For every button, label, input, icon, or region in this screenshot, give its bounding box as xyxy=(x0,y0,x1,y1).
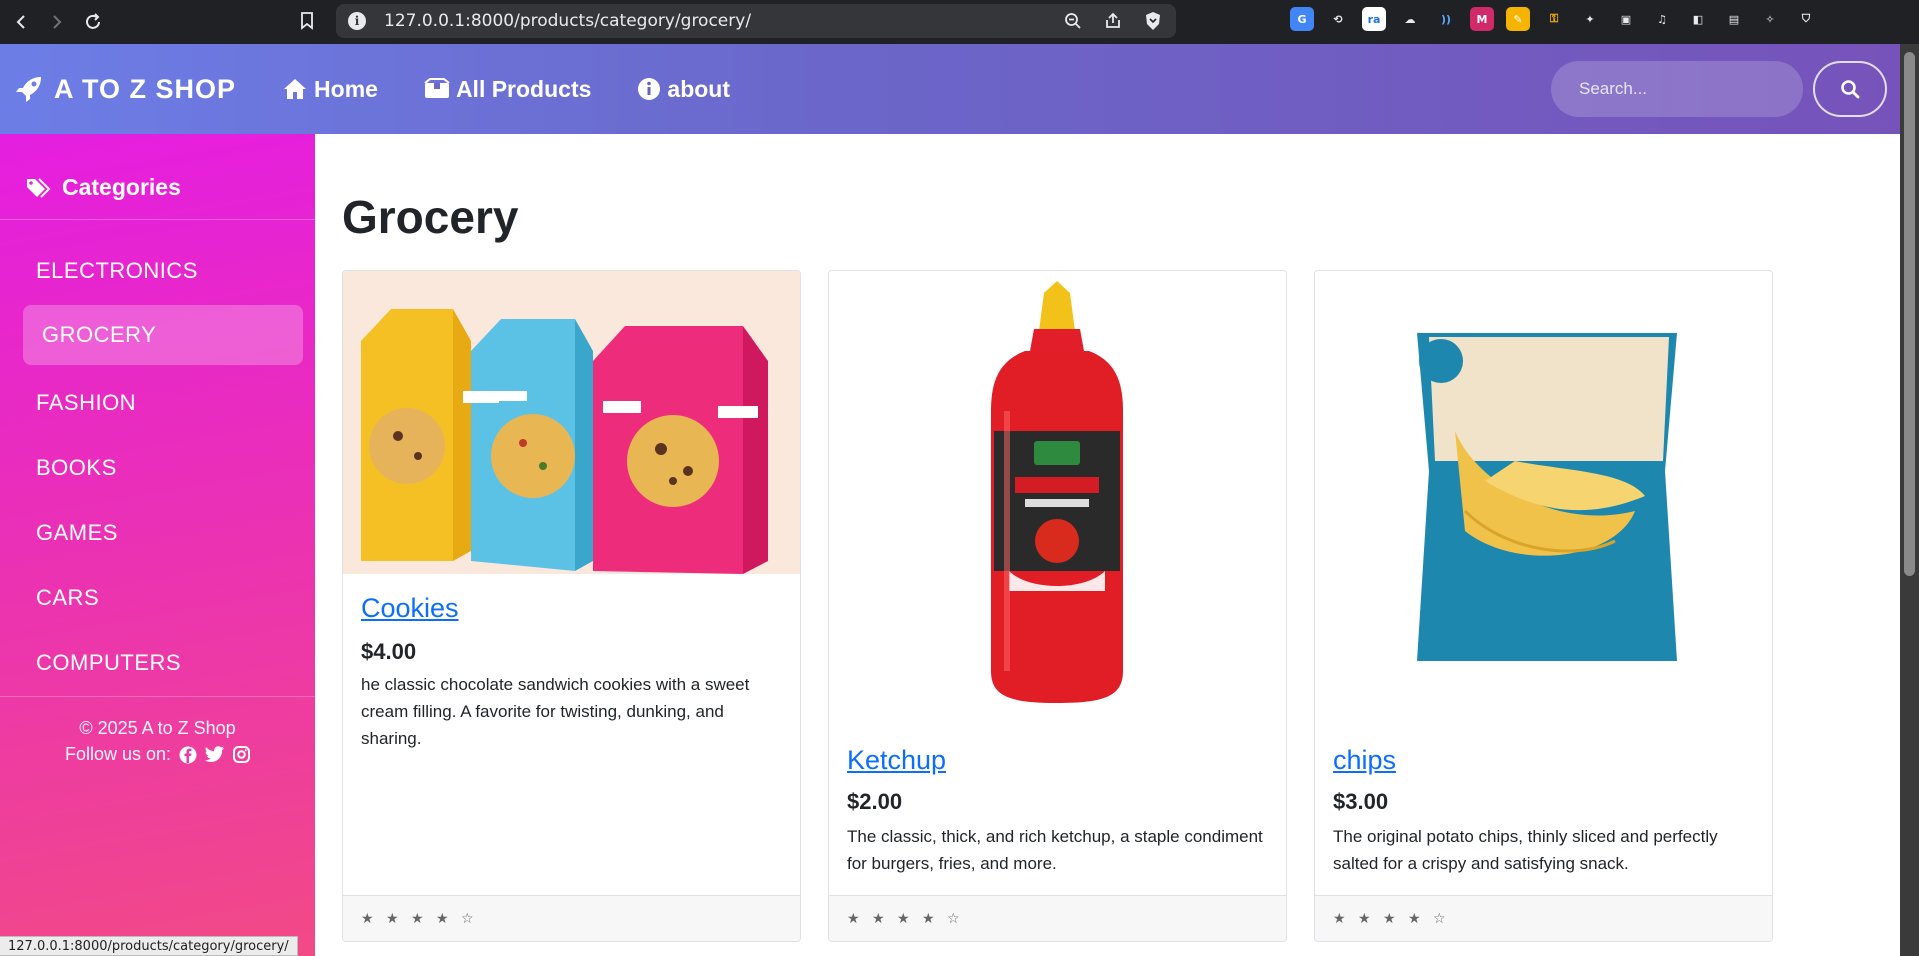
key-extension-icon[interactable]: ⚿ xyxy=(1542,7,1566,31)
status-bar-url: 127.0.0.1:8000/products/category/grocery… xyxy=(0,936,298,956)
browser-toolbar: i 127.0.0.1:8000/products/category/groce… xyxy=(0,0,1919,44)
product-description-chips: The original potato chips, thinly sliced… xyxy=(1333,827,1718,873)
nav-about-label: about xyxy=(667,75,731,102)
tags-icon xyxy=(27,177,51,198)
url-text: 127.0.0.1:8000/products/category/grocery… xyxy=(384,11,752,31)
sidebar-item-cars[interactable]: CARS xyxy=(36,585,99,611)
info-circle-icon xyxy=(638,78,661,100)
product-rating-ketchup: ★ ★ ★ ★ ☆ xyxy=(829,895,1286,941)
product-rating-chips: ★ ★ ★ ★ ☆ xyxy=(1315,895,1772,941)
categories-heading: Categories xyxy=(26,174,181,201)
address-bar[interactable]: i 127.0.0.1:8000/products/category/groce… xyxy=(336,4,1176,38)
follow-label: Follow us on: xyxy=(64,744,172,764)
forward-icon xyxy=(53,15,62,29)
product-description-ketchup: The classic, thick, and rich ketchup, a … xyxy=(847,827,1263,873)
product-title-chips[interactable]: chips xyxy=(1333,745,1396,776)
sidebar-item-books[interactable]: BOOKS xyxy=(36,455,117,481)
product-price-chips: $3.00 xyxy=(1333,789,1389,814)
reload-button[interactable] xyxy=(78,7,108,37)
forward-button[interactable] xyxy=(42,7,72,37)
sidebar-item-electronics[interactable]: ELECTRONICS xyxy=(36,258,198,284)
bookmark-button[interactable] xyxy=(292,6,322,36)
page-title: Grocery xyxy=(342,191,519,243)
product-price-cookies: $4.00 xyxy=(361,639,417,664)
nav-home-link[interactable]: Home xyxy=(282,76,378,103)
back-button[interactable] xyxy=(6,7,36,37)
search-button[interactable] xyxy=(1813,61,1887,117)
categories-title: Categories xyxy=(62,174,181,200)
twitter-icon[interactable] xyxy=(205,746,225,763)
site-info-icon[interactable]: i xyxy=(348,12,366,30)
wave-extension-icon[interactable]: )) xyxy=(1434,7,1458,31)
product-price-ketchup: $2.00 xyxy=(847,789,903,814)
nav-home-label: Home xyxy=(314,75,378,102)
zoom-icon[interactable] xyxy=(1060,8,1086,34)
color-extension-icon[interactable]: M xyxy=(1470,7,1494,31)
sidebar-item-grocery[interactable]: GROCERY xyxy=(23,305,303,365)
sidebar-divider xyxy=(0,219,315,220)
site-navbar: A TO Z SHOP Home All Products about xyxy=(0,44,1900,134)
boxes-icon xyxy=(424,78,450,98)
vpn-shield-icon[interactable]: ⛉ xyxy=(1794,7,1818,31)
brave-shield-icon[interactable] xyxy=(1140,8,1166,34)
nav-about-link[interactable]: about xyxy=(637,76,730,103)
product-card-ketchup: Ketchup $2.00 The classic, thick, and ri… xyxy=(828,270,1287,942)
sidebar-item-fashion[interactable]: FASHION xyxy=(36,390,136,416)
product-description-cookies: he classic chocolate sandwich cookies wi… xyxy=(361,675,750,748)
product-title-ketchup[interactable]: Ketchup xyxy=(847,745,946,776)
brand-logo[interactable]: A TO Z SHOP xyxy=(14,74,236,105)
ra-extension-icon[interactable]: ra xyxy=(1362,7,1386,31)
instagram-icon[interactable] xyxy=(233,746,251,763)
product-image-cookies[interactable] xyxy=(343,271,800,574)
sidebar-follow-row: Follow us on: xyxy=(0,744,315,765)
sidebar-item-games[interactable]: GAMES xyxy=(36,520,118,546)
nav-all-products-label: All Products xyxy=(455,75,592,102)
product-image-chips[interactable] xyxy=(1315,271,1772,726)
wallet-icon[interactable]: ▤ xyxy=(1722,7,1746,31)
sidebar-toggle-icon[interactable]: ◧ xyxy=(1686,7,1710,31)
back-icon xyxy=(16,15,25,29)
search-input[interactable] xyxy=(1551,61,1803,117)
history-extension-icon[interactable]: ⟲ xyxy=(1326,7,1350,31)
screenshot-extension-icon[interactable]: ▣ xyxy=(1614,7,1638,31)
leo-ai-icon[interactable]: ✧ xyxy=(1758,7,1782,31)
extensions-tray: G ⟲ ra ☁ )) M ✎ ⚿ ✦ ▣ ♫ ◧ ▤ ✧ ⛉ xyxy=(1290,7,1818,31)
search-icon xyxy=(1841,80,1860,99)
product-image-ketchup[interactable] xyxy=(829,271,1286,726)
product-title-cookies[interactable]: Cookies xyxy=(361,593,459,624)
badge-extension-icon[interactable]: ✎ xyxy=(1506,7,1530,31)
reload-icon xyxy=(86,13,100,29)
product-rating-cookies: ★ ★ ★ ★ ☆ xyxy=(343,895,800,941)
product-card-chips: chips $3.00 The original potato chips, t… xyxy=(1314,270,1773,942)
sidebar-divider xyxy=(0,696,315,697)
translate-extension-icon[interactable]: G xyxy=(1290,7,1314,31)
bookmark-icon xyxy=(301,12,313,30)
sidebar-item-grocery-label: GROCERY xyxy=(42,322,157,347)
sidebar-copyright: © 2025 A to Z Shop xyxy=(79,718,236,738)
cloud-extension-icon[interactable]: ☁ xyxy=(1398,7,1422,31)
puzzle-extensions-icon[interactable]: ✦ xyxy=(1578,7,1602,31)
facebook-icon[interactable] xyxy=(179,746,197,764)
product-card-cookies: Cookies $4.00 he classic chocolate sandw… xyxy=(342,270,801,942)
rocket-icon xyxy=(16,77,41,102)
page-scrollbar[interactable] xyxy=(1900,44,1919,956)
home-icon xyxy=(284,79,307,99)
categories-sidebar: Categories ELECTRONICS GROCERY FASHION B… xyxy=(0,134,315,956)
music-icon[interactable]: ♫ xyxy=(1650,7,1674,31)
nav-all-products-link[interactable]: All Products xyxy=(424,76,591,103)
share-icon[interactable] xyxy=(1100,8,1126,34)
scrollbar-thumb[interactable] xyxy=(1904,52,1915,576)
brand-name: A TO Z SHOP xyxy=(54,73,237,104)
sidebar-item-computers[interactable]: COMPUTERS xyxy=(36,650,181,676)
